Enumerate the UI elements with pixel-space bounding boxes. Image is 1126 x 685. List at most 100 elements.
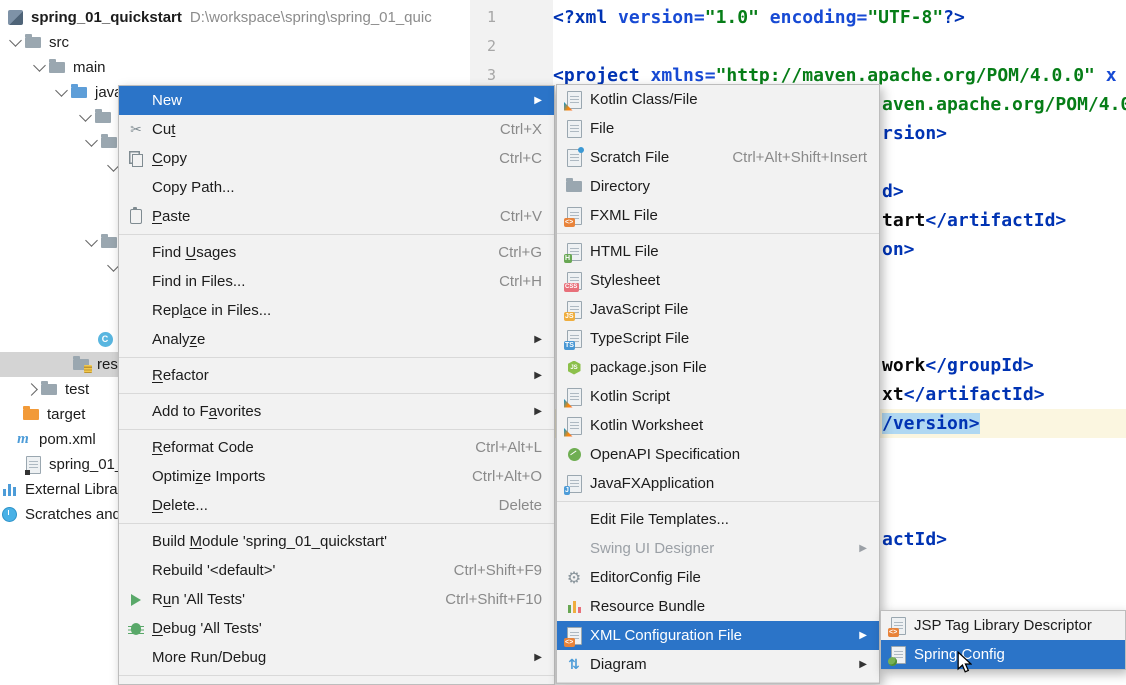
menu-separator [557, 501, 879, 502]
clipboard-icon [130, 209, 142, 224]
menu-item-stylesheet[interactable]: CSS Stylesheet [557, 266, 879, 295]
menu-item-resource-bundle[interactable]: Resource Bundle [557, 592, 879, 621]
diagram-icon: ⇅ [568, 658, 580, 672]
tree-item-label: External Libra [25, 481, 118, 498]
menu-item-copy[interactable]: Copy Ctrl+C [119, 144, 554, 173]
menu-item-html-file[interactable]: H HTML File [557, 237, 879, 266]
javafx-file-icon: J [567, 475, 582, 493]
libraries-icon [3, 484, 16, 496]
shortcut: Ctrl+V [500, 208, 542, 225]
project-name: spring_01_quickstart [31, 9, 182, 26]
tree-item-label: target [47, 406, 85, 423]
context-menu: New ▶ ✂ Cut Ctrl+X Copy Ctrl+C Copy Path… [118, 85, 555, 685]
project-icon [8, 10, 23, 25]
menu-item-find-in-files[interactable]: Find in Files... Ctrl+H [119, 267, 554, 296]
menu-item-kotlin-worksheet[interactable]: Kotlin Worksheet [557, 411, 879, 440]
shortcut: Ctrl+Alt+L [475, 439, 542, 456]
menu-item-refactor[interactable]: Refactor ▶ [119, 361, 554, 390]
menu-item-label: XML Configuration File [590, 627, 742, 644]
code-fragment: xt</artifactId> [882, 380, 1045, 409]
kotlin-file-icon [567, 417, 582, 435]
menu-item-copy-path[interactable]: Copy Path... [119, 173, 554, 202]
menu-item-analyze[interactable]: Analyze ▶ [119, 325, 554, 354]
menu-item-jsp-tag-library-descriptor[interactable]: <> JSP Tag Library Descriptor [881, 611, 1125, 640]
menu-item-package-json[interactable]: JS package.json File [557, 353, 879, 382]
menu-item-optimize-imports[interactable]: Optimize Imports Ctrl+Alt+O [119, 462, 554, 491]
code-line-1: <?xml version="1.0" encoding="UTF-8"?> [553, 3, 965, 32]
menu-separator [119, 234, 554, 235]
menu-item-new[interactable]: New ▶ [119, 86, 554, 115]
shortcut: Ctrl+Alt+O [472, 468, 542, 485]
folder-icon [49, 62, 65, 73]
menu-item-label: FXML File [590, 207, 658, 224]
menu-item-label: Find Usages [152, 244, 236, 261]
menu-separator [557, 682, 879, 683]
menu-item-rebuild[interactable]: Rebuild '<default>' Ctrl+Shift+F9 [119, 556, 554, 585]
gear-icon: ⚙ [567, 570, 581, 586]
menu-item-label: More Run/Debug [152, 649, 266, 666]
menu-separator [557, 233, 879, 234]
menu-item-reformat-code[interactable]: Reformat Code Ctrl+Alt+L [119, 433, 554, 462]
menu-item-label: HTML File [590, 243, 659, 260]
chevron-down-icon[interactable] [55, 84, 68, 97]
menu-item-file[interactable]: File [557, 114, 879, 143]
line-number: 1 [470, 3, 496, 32]
menu-item-kotlin-script[interactable]: Kotlin Script [557, 382, 879, 411]
menu-item-xml-configuration-file[interactable]: <> XML Configuration File ▶ [557, 621, 879, 650]
menu-item-openapi-spec[interactable]: OpenAPI Specification [557, 440, 879, 469]
code-fragment: work</groupId> [882, 351, 1034, 380]
js-file-icon: JS [567, 301, 582, 319]
menu-item-label: Reformat Code [152, 439, 254, 456]
html-file-icon: H [567, 243, 582, 261]
code-fragment: on> [882, 235, 915, 264]
menu-item-scratch-file[interactable]: Scratch File Ctrl+Alt+Shift+Insert [557, 143, 879, 172]
menu-item-build-module[interactable]: Build Module 'spring_01_quickstart' [119, 527, 554, 556]
menu-item-find-usages[interactable]: Find Usages Ctrl+G [119, 238, 554, 267]
menu-item-directory[interactable]: Directory [557, 172, 879, 201]
menu-item-replace-in-files[interactable]: Replace in Files... [119, 296, 554, 325]
menu-item-delete[interactable]: Delete... Delete [119, 491, 554, 520]
tree-item-project-root[interactable]: spring_01_quickstart D:\workspace\spring… [0, 5, 470, 30]
mouse-cursor [957, 651, 972, 678]
menu-item-add-to-favorites[interactable]: Add to Favorites ▶ [119, 397, 554, 426]
menu-item-typescript-file[interactable]: TS TypeScript File [557, 324, 879, 353]
resources-folder-icon [73, 359, 89, 370]
menu-item-more-run-debug[interactable]: More Run/Debug ▶ [119, 643, 554, 672]
scratches-icon [2, 507, 17, 522]
menu-item-debug-all-tests[interactable]: Debug 'All Tests' [119, 614, 554, 643]
menu-item-paste[interactable]: Paste Ctrl+V [119, 202, 554, 231]
menu-item-editorconfig-file[interactable]: ⚙ EditorConfig File [557, 563, 879, 592]
shortcut: Ctrl+H [499, 273, 542, 290]
chevron-down-icon[interactable] [85, 134, 98, 147]
menu-item-edit-file-templates[interactable]: Edit File Templates... [557, 505, 879, 534]
chevron-down-icon[interactable] [79, 109, 92, 122]
menu-item-label: File [590, 120, 614, 137]
menu-item-kotlin-class-file[interactable]: Kotlin Class/File [557, 85, 879, 114]
menu-item-diagram[interactable]: ⇅ Diagram ▶ [557, 650, 879, 679]
menu-item-javascript-file[interactable]: JS JavaScript File [557, 295, 879, 324]
xml-config-submenu: <> JSP Tag Library Descriptor Spring Con… [880, 610, 1126, 670]
submenu-arrow-icon: ▶ [532, 652, 542, 663]
menu-item-cut[interactable]: ✂ Cut Ctrl+X [119, 115, 554, 144]
menu-item-label: Find in Files... [152, 273, 245, 290]
menu-item-label: Copy [152, 150, 187, 167]
submenu-arrow-icon: ▶ [532, 334, 542, 345]
menu-item-open-in[interactable]: Open In ▶ [119, 679, 554, 685]
fxml-file-icon: <> [567, 207, 582, 225]
chevron-down-icon[interactable] [85, 234, 98, 247]
tree-item-main[interactable]: main [0, 55, 470, 80]
menu-item-run-all-tests[interactable]: Run 'All Tests' Ctrl+Shift+F10 [119, 585, 554, 614]
menu-item-label: Stylesheet [590, 272, 660, 289]
run-icon [131, 594, 141, 606]
chevron-down-icon[interactable] [9, 34, 22, 47]
menu-separator [119, 429, 554, 430]
chevron-right-icon[interactable] [25, 383, 38, 396]
menu-item-label: Add to Favorites [152, 403, 261, 420]
scratch-file-icon [567, 149, 582, 167]
menu-item-javafx-application[interactable]: J JavaFXApplication [557, 469, 879, 498]
menu-item-fxml-file[interactable]: <> FXML File [557, 201, 879, 230]
tree-item-src[interactable]: src [0, 30, 470, 55]
menu-item-spring-config[interactable]: Spring Config [881, 640, 1125, 669]
chevron-down-icon[interactable] [33, 59, 46, 72]
menu-separator [119, 675, 554, 676]
